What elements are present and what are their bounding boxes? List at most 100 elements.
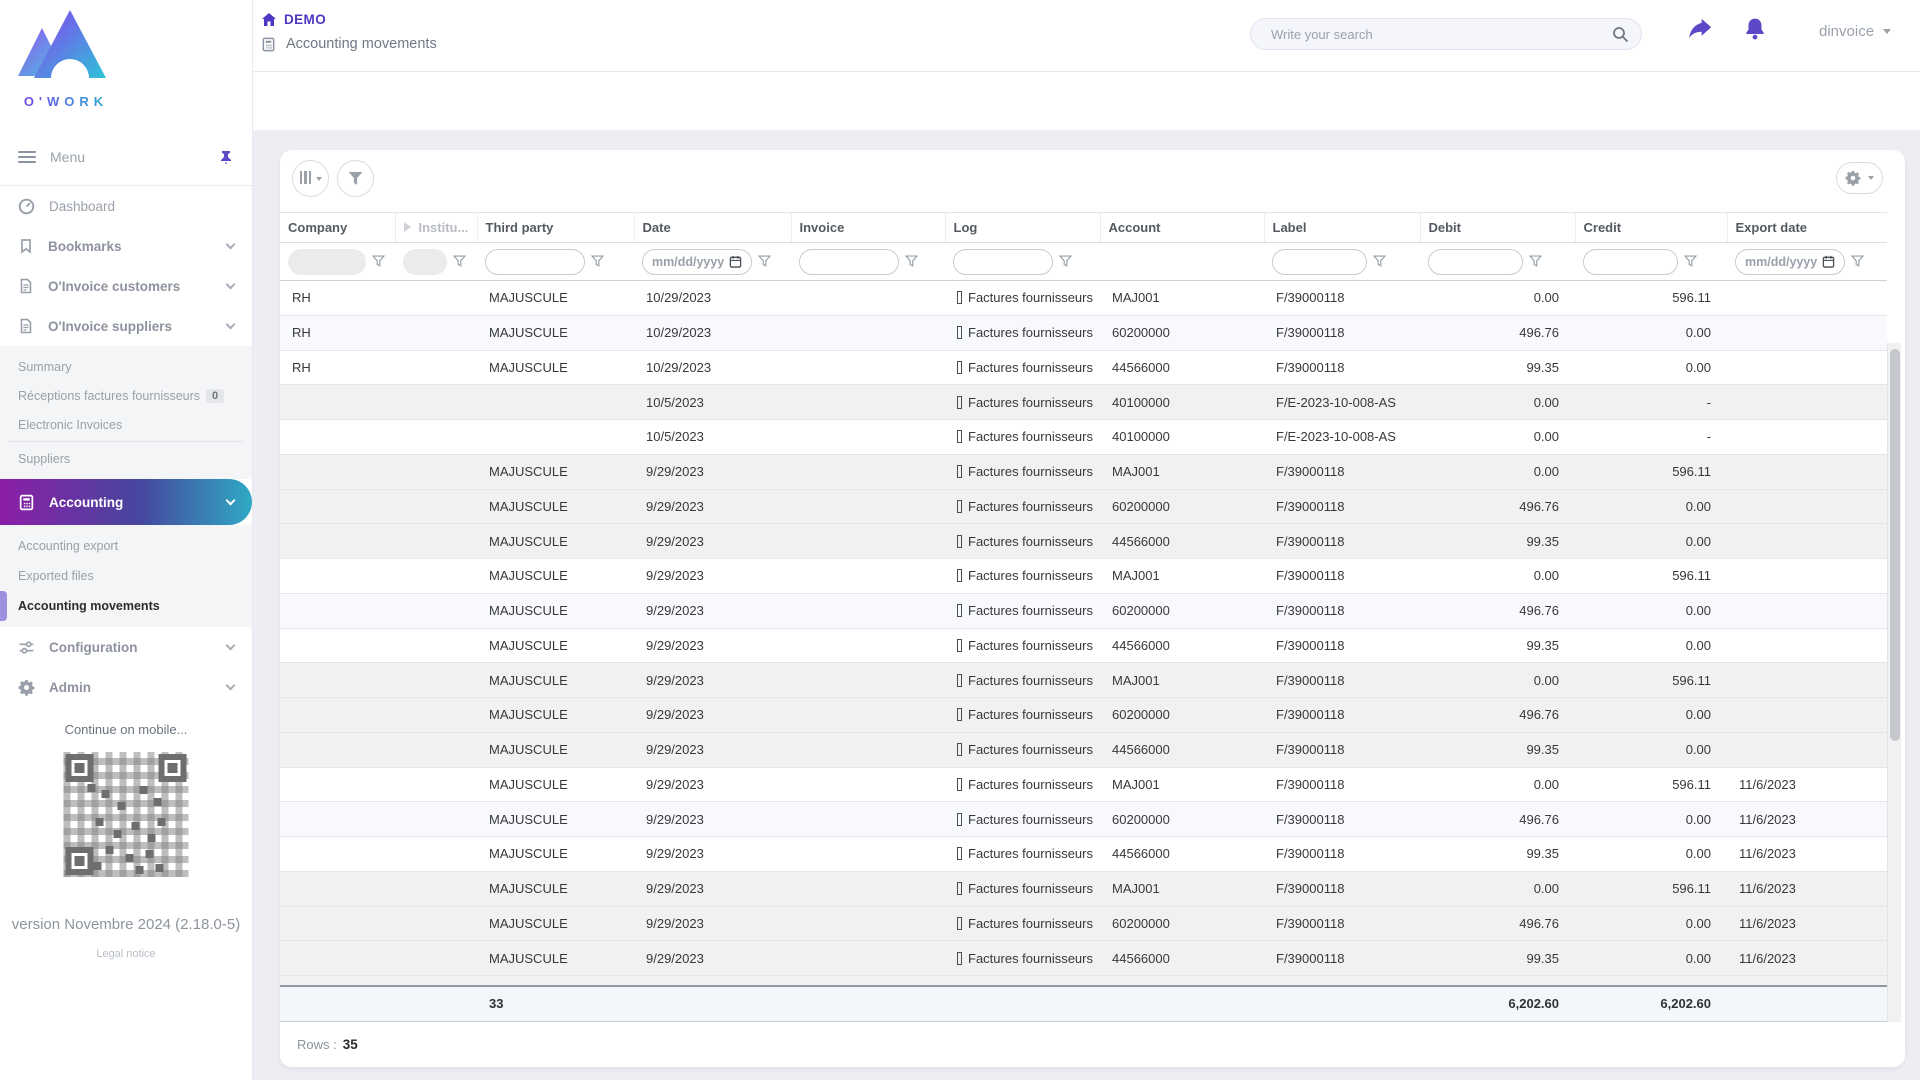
vertical-scrollbar[interactable] <box>1887 343 1901 1047</box>
hamburger-icon[interactable] <box>18 148 36 166</box>
search-input[interactable] <box>1251 27 1612 42</box>
cell-debit: 99.35 <box>1420 524 1575 559</box>
table-row[interactable]: MAJUSCULE9/29/2023Factures fournisseurs4… <box>280 732 1887 767</box>
table-row[interactable]: MAJUSCULE9/29/2023Factures fournisseursM… <box>280 663 1887 698</box>
table-row[interactable]: MAJUSCULE9/29/2023Factures fournisseurs4… <box>280 837 1887 872</box>
sidebar-item-accounting[interactable]: Accounting <box>0 479 252 525</box>
column-header-date[interactable]: Date <box>634 213 791 243</box>
cell-log: Factures fournisseurs <box>945 837 1100 872</box>
totals-cell <box>634 986 791 1022</box>
table-row[interactable]: RHMAJUSCULE10/29/2023Factures fournisseu… <box>280 315 1887 350</box>
table-row[interactable]: MAJUSCULE9/29/2023Factures fournisseurs4… <box>280 524 1887 559</box>
column-header-invoice[interactable]: Invoice <box>791 213 945 243</box>
sidebar-subitem-summary[interactable]: Summary <box>0 352 252 381</box>
legal-notice-link[interactable]: Legal notice <box>0 948 252 960</box>
date-filter-input[interactable]: mm/dd/yyyy <box>642 249 752 275</box>
log-glyph-icon <box>957 882 962 895</box>
calendar-icon[interactable] <box>1822 255 1835 268</box>
cell-company <box>280 767 395 802</box>
table-row[interactable]: MAJUSCULE9/29/2023Factures fournisseurs6… <box>280 593 1887 628</box>
sidebar-item-dashboard[interactable]: Dashboard <box>0 186 252 226</box>
credit-filter-input[interactable] <box>1583 249 1678 275</box>
column-header-label[interactable]: Label <box>1264 213 1420 243</box>
funnel-icon[interactable] <box>1851 255 1864 268</box>
cell-account: MAJ001 <box>1100 871 1264 906</box>
table-row[interactable]: MAJUSCULE9/29/2023Factures fournisseurs6… <box>280 802 1887 837</box>
column-header-credit[interactable]: Credit <box>1575 213 1727 243</box>
cell-third_party: MAJUSCULE <box>477 593 634 628</box>
sidebar-subitem-exported-files[interactable]: Exported files <box>0 561 252 591</box>
column-header-third-party[interactable]: Third party <box>477 213 634 243</box>
sidebar-item-oinvoice-suppliers[interactable]: O'Invoice suppliers <box>0 306 252 346</box>
table-row[interactable]: 10/5/2023Factures fournisseurs40100000F/… <box>280 420 1887 455</box>
funnel-icon[interactable] <box>591 255 604 268</box>
invoice-filter-input[interactable] <box>799 249 899 275</box>
table-row[interactable]: MAJUSCULE9/29/2023Factures fournisseursM… <box>280 454 1887 489</box>
funnel-icon[interactable] <box>1684 255 1697 268</box>
table-row[interactable]: MAJUSCULE9/29/2023Factures fournisseurs6… <box>280 489 1887 524</box>
scrollbar-thumb[interactable] <box>1890 349 1900 741</box>
funnel-icon[interactable] <box>1059 255 1072 268</box>
cell-debit: 99.35 <box>1420 628 1575 663</box>
search-icon[interactable] <box>1612 26 1629 43</box>
table-row[interactable]: RHMAJUSCULE10/29/2023Factures fournisseu… <box>280 350 1887 385</box>
cell-date: 9/29/2023 <box>634 732 791 767</box>
table-row[interactable]: MAJUSCULE9/29/2023Factures fournisseurs4… <box>280 941 1887 976</box>
table-row[interactable]: MAJUSCULE9/29/2023Factures fournisseurs4… <box>280 628 1887 663</box>
table-row[interactable]: MAJUSCULE9/29/2023Factures fournisseursM… <box>280 559 1887 594</box>
column-header-account[interactable]: Account <box>1100 213 1264 243</box>
column-header-debit[interactable]: Debit <box>1420 213 1575 243</box>
sidebar-subitem-accounting-export[interactable]: Accounting export <box>0 531 252 561</box>
sidebar-item-configuration[interactable]: Configuration <box>0 627 252 667</box>
cell-company <box>280 906 395 941</box>
table-row[interactable]: RHMAJUSCULE10/29/2023Factures fournisseu… <box>280 281 1887 316</box>
user-menu[interactable]: dinvoice <box>1819 23 1891 40</box>
funnel-icon[interactable] <box>1373 255 1386 268</box>
export-date-filter-input[interactable]: mm/dd/yyyy <box>1735 249 1845 275</box>
cell-label: F/39000118 <box>1264 698 1420 733</box>
column-header-institution[interactable]: Institu... <box>395 213 477 243</box>
mobile-hint: Continue on mobile... <box>0 722 252 737</box>
pin-icon[interactable] <box>218 149 234 165</box>
sidebar-subitem-accounting-movements[interactable]: Accounting movements <box>0 591 252 621</box>
sidebar-subitem-receptions[interactable]: Réceptions factures fournisseurs 0 <box>0 381 252 410</box>
table-row[interactable]: MAJUSCULE9/29/2023Factures fournisseursM… <box>280 871 1887 906</box>
sidebar-item-bookmarks[interactable]: Bookmarks <box>0 226 252 266</box>
sidebar-item-oinvoice-customers[interactable]: O'Invoice customers <box>0 266 252 306</box>
filter-toggle-button[interactable] <box>337 160 374 197</box>
funnel-icon[interactable] <box>905 255 918 268</box>
breadcrumb[interactable]: DEMO <box>261 12 326 27</box>
sidebar-subitem-electronic-invoices[interactable]: Electronic Invoices <box>0 410 252 439</box>
cell-third_party: MAJUSCULE <box>477 524 634 559</box>
cell-credit: 0.00 <box>1575 628 1727 663</box>
label-filter-input[interactable] <box>1272 249 1367 275</box>
funnel-icon[interactable] <box>372 255 385 268</box>
third-party-filter-input[interactable] <box>485 249 585 275</box>
log-filter-input[interactable] <box>953 249 1053 275</box>
column-header-company[interactable]: Company <box>280 213 395 243</box>
bell-icon[interactable] <box>1742 16 1768 43</box>
share-icon[interactable] <box>1687 16 1714 43</box>
cell-company <box>280 524 395 559</box>
sidebar-item-admin[interactable]: Admin <box>0 667 252 707</box>
filter-row: mm/dd/yyyy <box>280 243 1887 281</box>
log-glyph-icon <box>957 326 962 339</box>
subitem-label: Accounting export <box>18 539 118 553</box>
column-header-log[interactable]: Log <box>945 213 1100 243</box>
column-chooser-button[interactable] <box>292 160 329 197</box>
table-row[interactable]: 10/5/2023Factures fournisseurs40100000F/… <box>280 385 1887 420</box>
calendar-icon[interactable] <box>729 255 742 268</box>
sidebar-subitem-suppliers[interactable]: Suppliers <box>0 444 252 473</box>
funnel-icon[interactable] <box>453 255 466 268</box>
column-header-export-date[interactable]: Export date <box>1727 213 1887 243</box>
subitem-label: Suppliers <box>18 452 70 466</box>
log-glyph-icon <box>957 778 962 791</box>
cell-account: 44566000 <box>1100 628 1264 663</box>
debit-filter-input[interactable] <box>1428 249 1523 275</box>
table-row[interactable]: MAJUSCULE9/29/2023Factures fournisseurs6… <box>280 906 1887 941</box>
funnel-icon[interactable] <box>758 255 771 268</box>
table-row[interactable]: MAJUSCULE9/29/2023Factures fournisseursM… <box>280 767 1887 802</box>
grid-settings-button[interactable] <box>1836 162 1883 194</box>
table-row[interactable]: MAJUSCULE9/29/2023Factures fournisseurs6… <box>280 698 1887 733</box>
funnel-icon[interactable] <box>1529 255 1542 268</box>
